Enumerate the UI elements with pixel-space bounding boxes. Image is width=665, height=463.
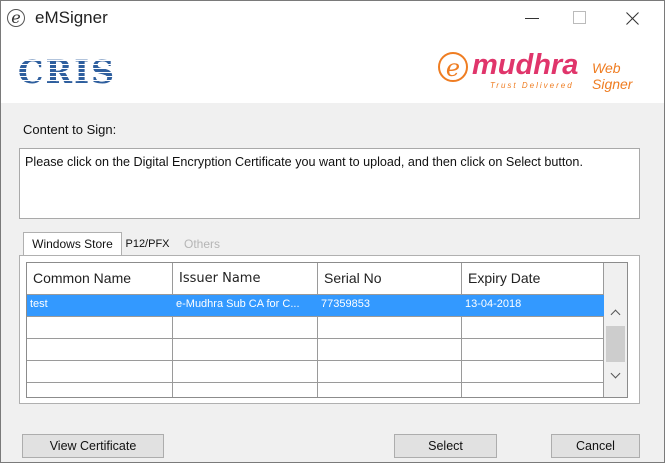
scroll-down-icon[interactable] <box>604 366 627 386</box>
scroll-up-icon[interactable] <box>604 303 627 323</box>
cell-issuer-name <box>173 361 318 382</box>
cell-serial-no <box>318 317 462 338</box>
cancel-button[interactable]: Cancel <box>551 434 640 458</box>
banner: CRIS e mudhra Trust Delivered Web Signer <box>1 39 664 103</box>
table-row[interactable] <box>27 316 604 338</box>
minimize-button[interactable] <box>509 1 555 33</box>
table-row[interactable] <box>27 360 604 382</box>
cell-serial-no <box>318 361 462 382</box>
view-certificate-button[interactable]: View Certificate <box>22 434 164 458</box>
close-button[interactable] <box>610 1 656 33</box>
cell-common-name <box>27 361 173 382</box>
app-icon: e <box>7 9 25 27</box>
emsigner-window: e eMSigner CRIS e mudhra Trust Delivered… <box>0 0 665 463</box>
column-header-common-name[interactable]: Common Name <box>27 263 173 294</box>
cell-issuer-name <box>173 339 318 360</box>
cell-expiry-date <box>462 317 604 338</box>
web-signer-label: Web Signer <box>592 60 633 92</box>
emudhra-wordmark: mudhra <box>472 49 579 81</box>
cell-common-name <box>27 383 173 397</box>
cell-issuer-name <box>173 383 318 397</box>
title-bar: e eMSigner <box>1 1 664 39</box>
cell-common-name: test <box>27 295 173 316</box>
window-title: eMSigner <box>35 8 108 27</box>
vertical-scrollbar[interactable] <box>604 263 627 397</box>
content-to-sign-box[interactable]: Please click on the Digital Encryption C… <box>19 148 640 219</box>
column-header-expiry-date[interactable]: Expiry Date <box>462 263 604 294</box>
cell-expiry-date <box>462 339 604 360</box>
maximize-button <box>556 1 602 33</box>
emudhra-e-mark: e <box>438 52 468 82</box>
table-row[interactable] <box>27 338 604 360</box>
tab-panel-windows-store: Common Name Issuer Name Serial No Expiry… <box>19 255 640 404</box>
cell-expiry-date <box>462 383 604 397</box>
certificate-grid: Common Name Issuer Name Serial No Expiry… <box>26 262 628 398</box>
cell-issuer-name <box>173 317 318 338</box>
table-row[interactable] <box>27 382 604 397</box>
cell-serial-no <box>318 383 462 397</box>
select-button[interactable]: Select <box>394 434 497 458</box>
cell-expiry-date <box>462 361 604 382</box>
cris-logo: CRIS <box>18 53 117 91</box>
table-row[interactable]: test e-Mudhra Sub CA for C... 77359853 1… <box>27 294 604 316</box>
column-header-issuer-name[interactable]: Issuer Name <box>173 263 318 294</box>
cell-issuer-name: e-Mudhra Sub CA for C... <box>173 295 318 316</box>
content-to-sign-text: Please click on the Digital Encryption C… <box>25 155 583 169</box>
cell-common-name <box>27 339 173 360</box>
scroll-thumb[interactable] <box>606 326 625 362</box>
column-header-serial-no[interactable]: Serial No <box>318 263 462 294</box>
emudhra-logo: e mudhra Trust Delivered Web Signer <box>438 47 662 95</box>
emudhra-tagline: Trust Delivered <box>490 81 574 90</box>
cell-common-name <box>27 317 173 338</box>
tab-windows-store[interactable]: Windows Store <box>23 232 122 256</box>
cell-serial-no: 77359853 <box>318 295 462 316</box>
content-to-sign-label: Content to Sign: <box>23 122 117 137</box>
grid-header: Common Name Issuer Name Serial No Expiry… <box>27 263 604 294</box>
cell-serial-no <box>318 339 462 360</box>
cell-expiry-date: 13-04-2018 <box>462 295 604 316</box>
tab-p12-pfx[interactable]: P12/PFX <box>124 233 171 255</box>
tab-others: Others <box>183 237 220 251</box>
